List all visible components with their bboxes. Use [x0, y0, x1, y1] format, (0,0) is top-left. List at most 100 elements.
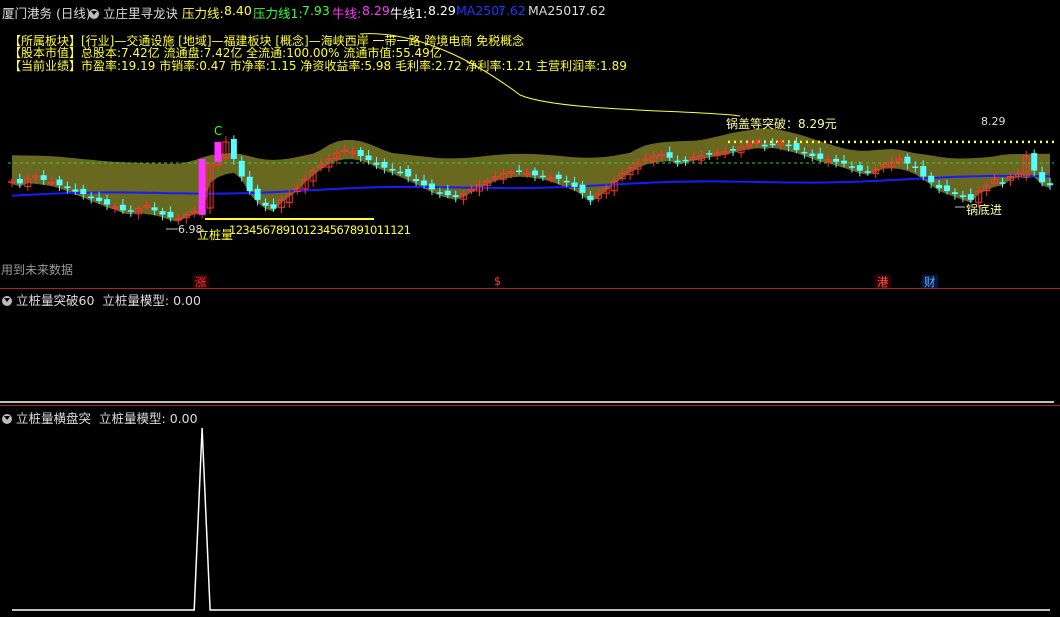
candle-body [936, 184, 943, 189]
panel-divider [0, 405, 1060, 406]
candle-body [452, 195, 459, 197]
c-signal-label: C [214, 124, 223, 138]
candle-body [904, 156, 911, 164]
candle-body [254, 188, 261, 200]
candle-body [96, 197, 103, 202]
candle-body [413, 179, 420, 182]
candle-body [127, 210, 134, 212]
candle-body [167, 211, 174, 218]
panel-divider [0, 288, 1060, 289]
candle-body [64, 186, 71, 189]
indicator-name: 立庄里寻龙诀 [103, 6, 179, 21]
bull1-value: 8.29 [428, 3, 456, 18]
pot-break-label: 锅盖等突破：8.29元 [726, 117, 837, 131]
candle-body [72, 189, 79, 192]
pot-bottom-label: 锅底进 [966, 203, 1003, 217]
candle-body [571, 182, 578, 187]
candle-body [531, 170, 538, 176]
candle-body [397, 171, 404, 174]
candle-body [151, 207, 158, 211]
pressure-value: 8.40 [224, 3, 252, 18]
candle-body [516, 170, 523, 172]
candle-body [848, 166, 855, 168]
candle-body [365, 155, 372, 161]
ma2501-label: MA2501: [528, 3, 584, 18]
candle-body [1031, 153, 1038, 171]
event-tag-text: 港 [875, 275, 891, 289]
candle-body [928, 175, 935, 183]
panel3-chart[interactable] [0, 420, 1060, 615]
event-tag-text: 涨 [193, 275, 209, 289]
candle-body [428, 183, 435, 190]
candle-body [912, 166, 919, 168]
candle-body [864, 171, 871, 173]
ma250-label: MA250: [456, 3, 504, 18]
candle-body [421, 180, 428, 186]
pressure1-value: 7.93 [302, 3, 330, 18]
candle-body [436, 192, 443, 194]
candle-body [920, 166, 927, 177]
breakout-candle [198, 158, 206, 215]
candle-body [357, 150, 364, 156]
candle-body [761, 144, 768, 147]
candle-body [587, 195, 594, 200]
candle-body [674, 160, 681, 163]
candle-body [405, 169, 412, 177]
ma2501-value: 7.62 [578, 3, 606, 18]
candle-body [563, 180, 570, 183]
chart-header: 厦门港务 (日线) 立庄里寻龙诀 压力线: 8.40 压力线1: 7.93 牛线… [0, 0, 1060, 22]
candle-body [959, 195, 966, 197]
candle-body [944, 185, 951, 192]
candle-body [833, 158, 840, 162]
candle-body [56, 179, 63, 186]
event-tag-text: 财 [922, 275, 938, 289]
candle-body [856, 165, 863, 171]
candle-body [381, 161, 388, 168]
event-tag-dollar[interactable]: $ [494, 274, 501, 288]
candle-body [1039, 172, 1046, 183]
candle-body [793, 143, 800, 151]
candle-body [262, 202, 269, 206]
candle-body [230, 139, 237, 159]
candle-body [817, 153, 824, 159]
candle-body [841, 160, 848, 164]
candle-body [579, 184, 586, 193]
future-data-label: 用到未来数据 [1, 263, 74, 277]
candle-body [246, 176, 253, 192]
candle-body [967, 194, 974, 200]
event-tag-text: $ [494, 274, 502, 288]
candle-body [539, 175, 546, 178]
candle-body [88, 196, 95, 199]
candle-body [666, 152, 673, 158]
counter-label: 123456789101234567891011121 [229, 223, 411, 237]
candle-body [809, 153, 816, 156]
dropdown-circle-icon[interactable] [89, 9, 99, 19]
lizhuang-label: 立桩量 [197, 228, 234, 242]
candle-body [769, 143, 776, 146]
candle-body [1047, 183, 1054, 186]
panel2-chart[interactable] [0, 305, 1060, 405]
candle-body [16, 178, 23, 184]
candle-body [444, 190, 451, 196]
candle-body [801, 151, 808, 154]
candle-body [270, 204, 277, 209]
candle-body [682, 159, 689, 162]
info-performance: 【当前业绩】市盈率:19.19 市销率:0.47 市净率:1.15 净资收益率:… [9, 59, 627, 73]
breakout-candle [214, 141, 222, 162]
candle-body [104, 199, 111, 205]
candle-body [951, 192, 958, 195]
candle-body [40, 175, 47, 180]
bull-value: 8.29 [362, 3, 390, 18]
candle-body [999, 182, 1006, 184]
candle-body [159, 211, 166, 215]
candle-body [80, 188, 87, 195]
resistance-cloud [11, 128, 1050, 222]
candle-body [785, 144, 792, 147]
model-spike-line [12, 427, 1050, 611]
price-829-label: 8.29 [981, 115, 1006, 128]
candle-body [730, 149, 737, 151]
candle-body [119, 204, 126, 211]
candle-body [238, 160, 245, 177]
candle-body [389, 168, 396, 171]
candle-body [373, 162, 380, 165]
